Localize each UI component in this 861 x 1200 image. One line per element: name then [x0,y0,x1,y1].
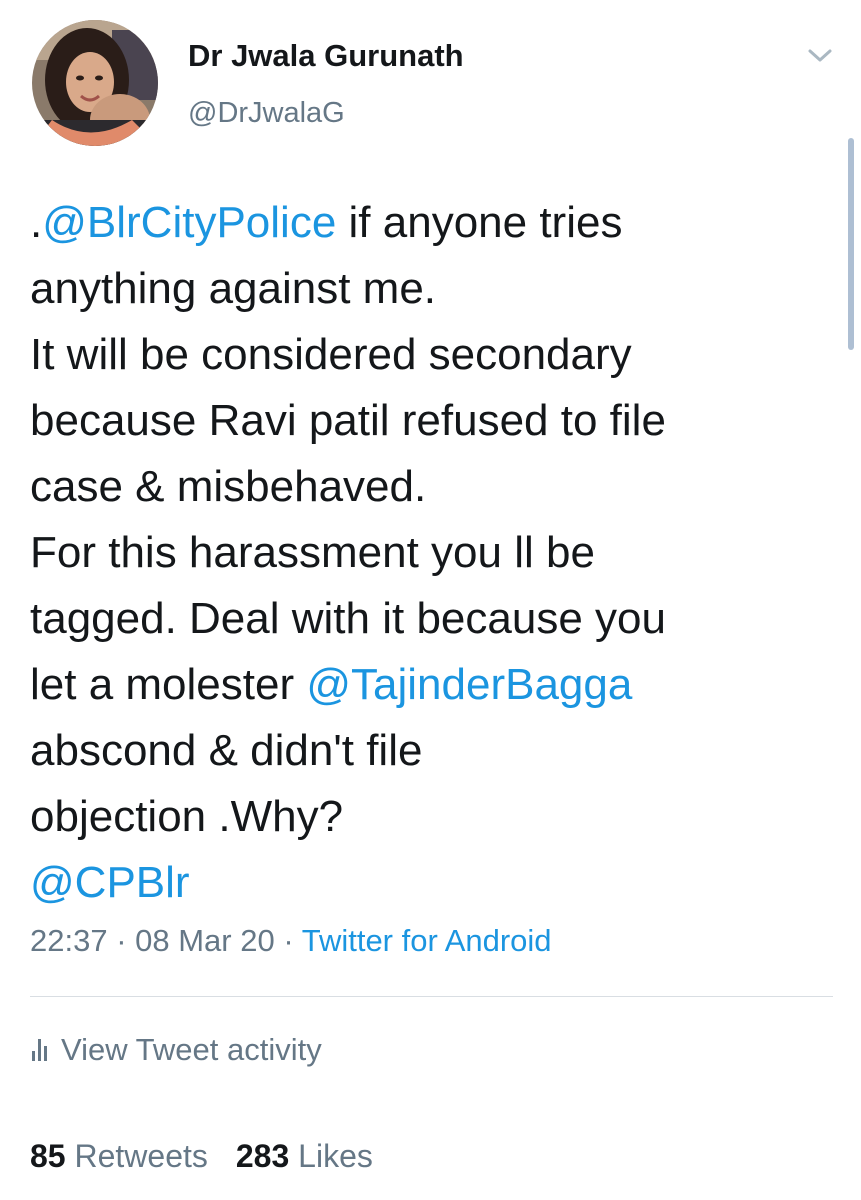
author-handle[interactable]: @DrJwalaG [188,97,345,130]
tweet-text-segment: case & misbehaved. [30,462,427,511]
tweet-text-line: because Ravi patil refused to file [30,388,830,454]
tweet-text-line: anything against me. [30,256,830,322]
tweet-source-link[interactable]: Twitter for Android [302,923,552,958]
likes-count: 283 [235,1138,290,1174]
likes-label: Likes [298,1138,373,1174]
mention-link[interactable]: @BlrCityPolice [42,198,336,247]
tweet-text-segment: objection .Why? [30,792,344,841]
meta-separator: · [274,923,302,958]
tweet-text-segment: let a molester [30,660,307,709]
tweet-text-line: @CPBlr [30,850,830,916]
chevron-down-icon [808,49,832,62]
tweet-options-button[interactable] [800,40,840,72]
author-display-name[interactable]: Dr Jwala Gurunath [188,38,464,74]
mention-link[interactable]: @CPBlr [30,858,190,907]
tweet-text-line: For this harassment you ll be [30,520,830,586]
meta-separator: · [107,923,136,958]
retweets-stat[interactable]: 85 Retweets [30,1138,208,1174]
tweet-text-line: objection .Why? [30,784,830,850]
retweets-label: Retweets [74,1138,208,1174]
tweet-text-line: case & misbehaved. [30,454,830,520]
tweet-text-segment: It will be considered secondary [30,330,632,379]
view-tweet-activity-label: View Tweet activity [61,1032,322,1067]
tweet-text-segment: tagged. Deal with it because you [30,594,666,643]
divider [30,996,833,997]
tweet-stats: 85 Retweets 283 Likes [30,1138,373,1175]
likes-stat[interactable]: 283 Likes [236,1138,373,1174]
tweet-date: 08 Mar 20 [135,923,275,958]
tweet-text-line: tagged. Deal with it because you [30,586,830,652]
scrollbar[interactable] [848,138,854,350]
tweet-text-segment: For this harassment you ll be [30,528,595,577]
tweet-text-line: let a molester @TajinderBagga [30,652,830,718]
tweet-text-segment: if anyone tries [336,198,623,247]
avatar[interactable] [32,20,158,146]
tweet-text-segment: anything against me. [30,264,437,313]
view-tweet-activity-button[interactable]: View Tweet activity [32,1032,322,1068]
tweet-text-line: .@BlrCityPolice if anyone tries [30,190,830,256]
tweet-time: 22:37 [30,923,108,958]
tweet-text: .@BlrCityPolice if anyone tries anything … [30,190,830,916]
tweet-text-segment: . [30,198,43,247]
bar-chart-icon [32,1039,47,1061]
tweet-text-line: abscond & didn't file [30,718,830,784]
tweet-text-line: It will be considered secondary [30,322,830,388]
tweet-text-segment: because Ravi patil refused to file [30,396,666,445]
tweet-meta: 22:37 · 08 Mar 20 · Twitter for Android [30,923,552,959]
profile-photo [32,20,158,146]
tweet-text-segment: abscond & didn't file [30,726,423,775]
mention-link[interactable]: @TajinderBagga [306,660,632,709]
retweets-count: 85 [30,1138,66,1174]
